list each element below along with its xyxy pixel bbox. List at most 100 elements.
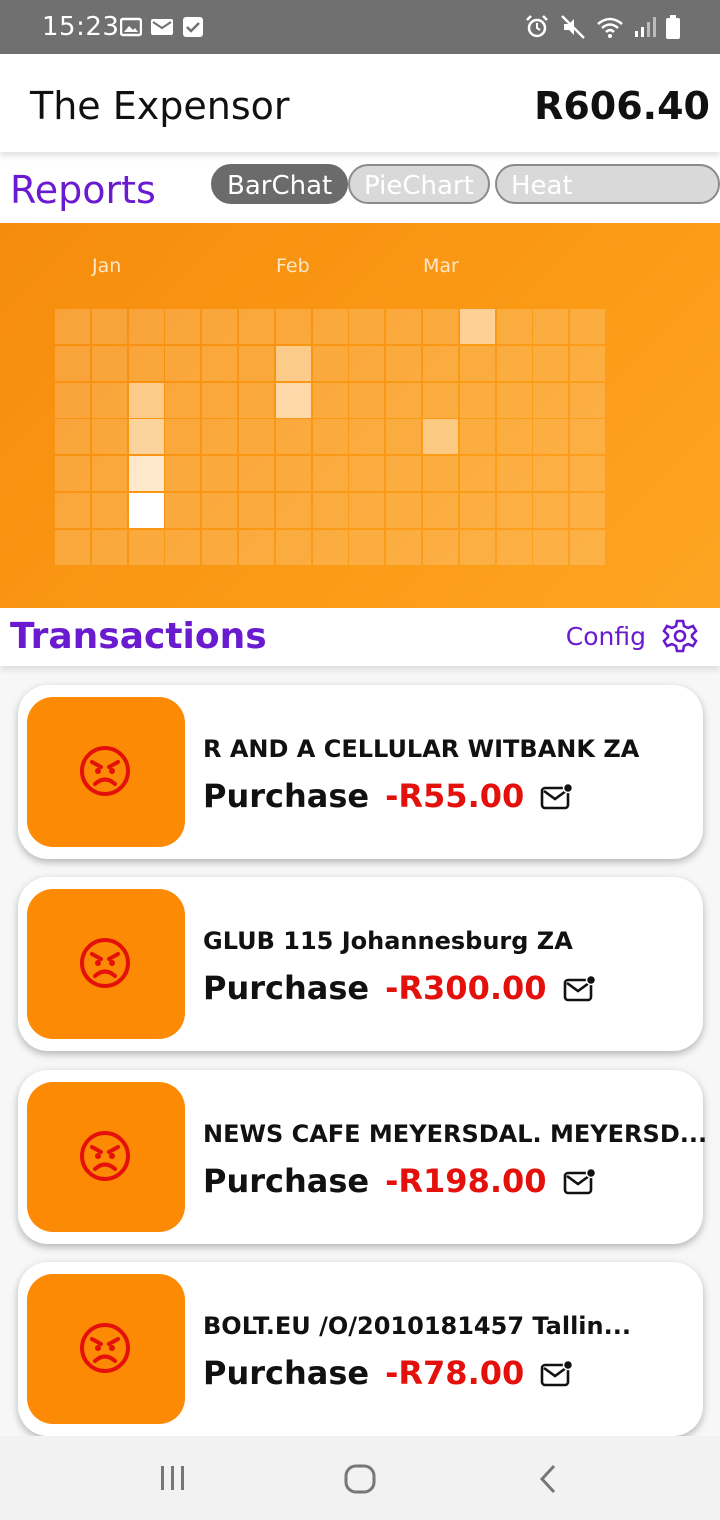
heat-map-cell (570, 456, 606, 492)
heat-map-cell (275, 309, 311, 344)
transaction-thumb (27, 697, 185, 847)
transaction-card[interactable]: R AND A CELLULAR WITBANK ZA Purchase -R5… (18, 685, 703, 859)
heat-map-cell (312, 456, 348, 492)
heat-map-cell (349, 529, 385, 565)
heat-map-cell (570, 382, 606, 418)
reports-header: Reports BarChat PieChart Heat Map(new) (0, 158, 720, 241)
heat-map-cell (275, 419, 311, 455)
heat-map-cell (386, 382, 422, 418)
image-icon (120, 17, 142, 37)
heat-map-cell (570, 493, 606, 528)
transaction-amount: -R55.00 (385, 777, 525, 815)
heat-map-cell (202, 529, 238, 565)
heat-map-cell (496, 345, 532, 381)
angry-face-icon (80, 938, 130, 988)
heat-map-cell (423, 419, 458, 455)
heat-map-cell (312, 419, 348, 455)
transaction-card[interactable]: NEWS CAFE MEYERSDAL. MEYERSD... Purchase… (18, 1070, 707, 1244)
heat-map-cell (459, 309, 495, 344)
heat-map-cell (496, 419, 532, 455)
heat-map-cell (91, 419, 127, 455)
heat-map-cell (533, 493, 569, 528)
reports-title: Reports (10, 168, 156, 212)
tab-piechart[interactable]: PieChart (348, 164, 490, 204)
transaction-thumb (27, 1082, 185, 1232)
heat-map-cell (533, 529, 569, 565)
heat-map-chart: Jan Feb Mar (0, 223, 720, 608)
transaction-card[interactable]: BOLT.EU /O/2010181457 Tallin... Purchase… (18, 1262, 703, 1436)
heat-map-cell (423, 309, 458, 344)
sms-icon (563, 1167, 596, 1195)
heat-map-cell (128, 345, 164, 381)
battery-icon (666, 15, 680, 39)
recents-icon[interactable] (158, 1464, 188, 1492)
tab-barchat[interactable]: BarChat (211, 164, 349, 204)
transaction-type: Purchase (203, 1162, 370, 1200)
merchant-name: BOLT.EU /O/2010181457 Tallin... (203, 1312, 631, 1340)
sms-icon (540, 782, 574, 810)
heat-map-cell (128, 309, 164, 344)
heat-map-cell (423, 493, 458, 528)
heat-map-cell (55, 419, 90, 455)
heat-map-cell (312, 529, 348, 565)
transaction-card[interactable]: GLUB 115 Johannesburg ZA Purchase -R300.… (18, 877, 703, 1051)
heat-map-cell (165, 309, 201, 344)
heat-map-cell (128, 419, 164, 455)
gear-icon[interactable] (662, 618, 698, 654)
heat-map-grid (55, 309, 606, 567)
heat-map-cell (165, 456, 201, 492)
transaction-type: Purchase (203, 1354, 370, 1392)
heat-map-cell (128, 529, 164, 565)
heat-map-cell (570, 419, 606, 455)
heat-map-cell (386, 493, 422, 528)
heat-map-cell (312, 345, 348, 381)
heat-map-cell (202, 309, 238, 344)
merchant-name: NEWS CAFE MEYERSDAL. MEYERSD... (203, 1120, 708, 1148)
heat-map-cell (55, 309, 90, 344)
heat-map-cell (533, 345, 569, 381)
heat-map-cell (496, 529, 532, 565)
system-nav-bar (0, 1436, 720, 1520)
home-icon[interactable] (344, 1464, 376, 1494)
heat-map-cell (423, 345, 458, 381)
sms-icon (563, 974, 596, 1002)
month-label-feb: Feb (276, 255, 310, 277)
transaction-list[interactable]: R AND A CELLULAR WITBANK ZA Purchase -R5… (0, 666, 720, 1436)
config-button[interactable]: Config (566, 622, 646, 651)
heat-map-cell (239, 345, 274, 381)
heat-map-cell (570, 345, 606, 381)
heat-map-cell (459, 493, 495, 528)
angry-face-icon (80, 1323, 130, 1373)
tab-heat-map[interactable]: Heat Map(new) (495, 164, 720, 241)
heat-map-cell (91, 309, 127, 344)
heat-map-cell (533, 309, 569, 344)
heat-map-cell (349, 456, 385, 492)
heat-map-cell (459, 345, 495, 381)
heat-map-cell (239, 419, 274, 455)
merchant-name: R AND A CELLULAR WITBANK ZA (203, 735, 640, 763)
heat-map-cell (533, 419, 569, 455)
mail-notification-icon (151, 19, 173, 35)
month-label-mar: Mar (423, 255, 459, 277)
back-icon[interactable] (536, 1464, 560, 1494)
merchant-name: GLUB 115 Johannesburg ZA (203, 927, 573, 955)
heat-map-cell (202, 456, 238, 492)
heat-map-cell (312, 493, 348, 528)
heat-map-cell (349, 345, 385, 381)
heat-map-cell (239, 382, 274, 418)
heat-map-cell (165, 382, 201, 418)
heat-map-cell (55, 345, 90, 381)
status-left-icons (120, 16, 204, 38)
check-notification-icon (183, 17, 203, 37)
balance-total: R606.40 (534, 84, 710, 128)
transactions-title: Transactions (10, 616, 267, 657)
heat-map-cell (55, 529, 90, 565)
heat-map-cell (55, 382, 90, 418)
heat-map-cell (349, 493, 385, 528)
heat-map-cell (202, 419, 238, 455)
heat-map-cell (239, 309, 274, 344)
transaction-amount: -R78.00 (385, 1354, 525, 1392)
heat-map-cell (312, 382, 348, 418)
heat-map-cell (533, 382, 569, 418)
heat-map-cell (91, 456, 127, 492)
